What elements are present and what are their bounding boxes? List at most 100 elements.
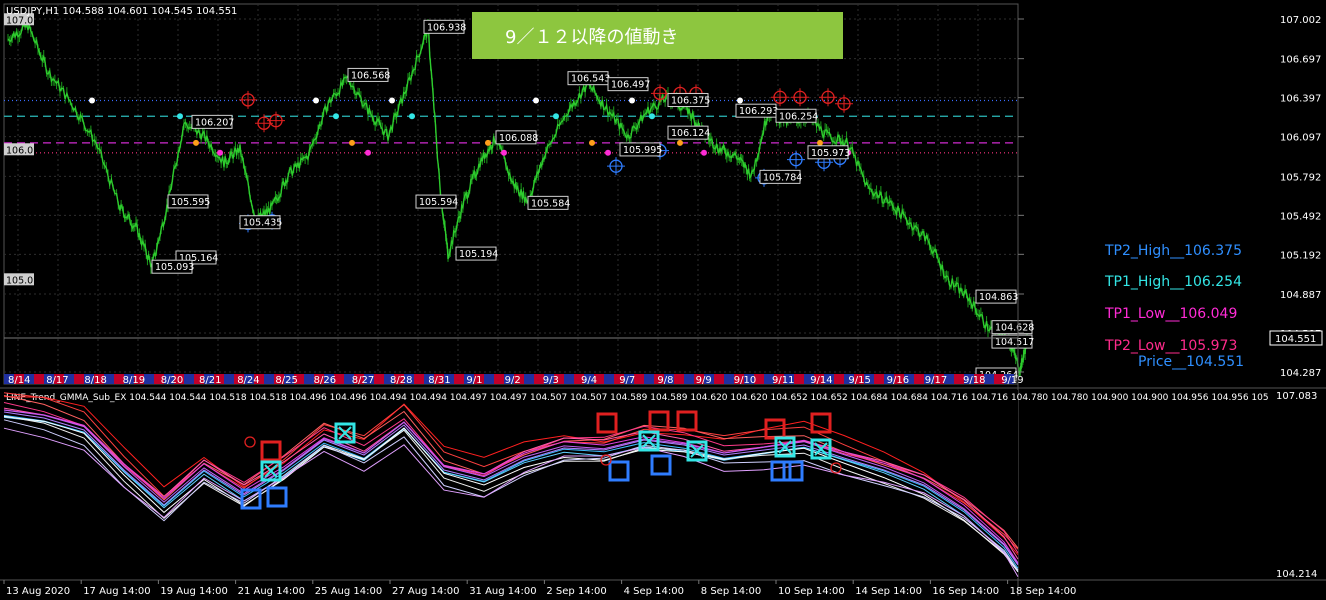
date-strip-cell	[454, 374, 464, 384]
price-label: 104.863	[979, 292, 1018, 303]
date-strip-label: 8/17	[46, 375, 68, 386]
signal-dot	[533, 97, 539, 104]
price-label: 105.093	[155, 262, 194, 273]
signal-dot	[89, 97, 95, 104]
main-panel[interactable]	[3, 3, 1019, 385]
date-strip-label: 8/19	[123, 375, 145, 386]
price-label: 105.194	[459, 249, 498, 260]
date-strip-label: 9/11	[772, 375, 794, 386]
date-strip-cell	[984, 374, 994, 384]
date-strip-cell	[34, 374, 44, 384]
tp-legend-label: TP2_Low__105.973	[1104, 338, 1237, 354]
date-strip-label: 8/31	[428, 375, 450, 386]
date-strip-label: 8/21	[199, 375, 221, 386]
date-strip-label: 9/9	[696, 375, 712, 386]
price-tick-label: 104.887	[1280, 290, 1321, 301]
price-tick-label: 106.697	[1280, 55, 1321, 66]
date-strip-label: 8/26	[314, 375, 336, 386]
price-label: 106.124	[671, 128, 710, 139]
date-strip-cell	[484, 374, 494, 384]
time-tick-label: 25 Aug 14:00	[315, 586, 382, 597]
trading-chart[interactable]: 106.938 106.568 106.543106.497 106.375 106.2…	[0, 0, 1326, 600]
date-strip-label: 9/7	[619, 375, 635, 386]
signal-dot	[217, 149, 223, 156]
date-strip-label: 9/10	[734, 375, 756, 386]
time-tick-label: 13 Aug 2020	[6, 586, 70, 597]
price-label: 105.594	[419, 197, 458, 208]
signal-dot	[817, 139, 823, 146]
signal-dot	[177, 113, 183, 120]
time-tick-label: 27 Aug 14:00	[392, 586, 459, 597]
signal-dot	[629, 97, 635, 104]
date-strip-cell	[224, 374, 234, 384]
price-label: 105.584	[531, 198, 570, 209]
time-tick-label: 8 Sep 14:00	[701, 586, 761, 597]
signal-dot	[677, 139, 683, 146]
price-label: 105.784	[763, 172, 802, 183]
date-strip-cell	[714, 374, 724, 384]
level-tag: 105.0	[6, 275, 33, 286]
signal-dot	[737, 97, 743, 104]
time-tick-label: 14 Sep 14:00	[855, 586, 922, 597]
time-tick-label: 31 Aug 14:00	[469, 586, 536, 597]
date-strip-label: 8/28	[390, 375, 412, 386]
price-tick-label: 105.492	[1280, 211, 1321, 222]
sub-axis-top: 107.083	[1276, 391, 1317, 402]
date-strip-cell	[794, 374, 804, 384]
price-label: 104.517	[995, 337, 1034, 348]
signal-dot	[589, 139, 595, 146]
date-strip-label: 9/19	[1001, 375, 1023, 386]
date-strip-cell	[644, 374, 654, 384]
date-strip-label: 8/27	[352, 375, 374, 386]
signal-dot	[605, 149, 611, 156]
date-strip-label: 9/3	[543, 375, 559, 386]
date-strip-cell	[264, 374, 274, 384]
tp-legend-label: Price__104.551	[1138, 354, 1244, 370]
price-label: 106.497	[611, 80, 650, 91]
date-strip-label: 8/25	[275, 375, 297, 386]
date-strip-cell	[564, 374, 574, 384]
signal-dot	[501, 149, 507, 156]
time-tick-label: 18 Sep 14:00	[1010, 586, 1077, 597]
price-tick-label: 107.002	[1280, 15, 1321, 26]
current-price-tag-text: 104.551	[1275, 334, 1316, 345]
price-label: 106.568	[351, 70, 390, 81]
price-tick-label: 106.097	[1280, 133, 1321, 144]
date-strip-label: 9/16	[887, 375, 909, 386]
price-label: 106.088	[499, 133, 538, 144]
tp-legend-label: TP1_High__106.254	[1104, 274, 1242, 290]
date-strip-cell	[414, 374, 424, 384]
date-strip-cell	[184, 374, 194, 384]
signal-dot	[349, 139, 355, 146]
date-strip-label: 8/24	[237, 375, 259, 386]
date-strip-label: 9/1	[466, 375, 482, 386]
date-strip-cell	[374, 374, 384, 384]
signal-dot	[649, 113, 655, 120]
date-strip-cell	[74, 374, 84, 384]
price-tick-label: 105.792	[1280, 172, 1321, 183]
date-strip-label: 8/14	[8, 375, 30, 386]
signal-dot	[365, 149, 371, 156]
time-tick-label: 17 Aug 14:00	[83, 586, 150, 597]
sub-panel[interactable]	[4, 390, 1018, 578]
price-label: 106.938	[427, 22, 466, 33]
date-strip-label: 9/8	[657, 375, 673, 386]
signal-dot	[313, 97, 319, 104]
date-strip-cell	[724, 374, 734, 384]
date-strip-label: 9/2	[505, 375, 521, 386]
date-strip-label: 9/14	[810, 375, 832, 386]
date-strip-cell	[674, 374, 684, 384]
signal-dot	[701, 149, 707, 156]
sub-axis-bottom: 104.214	[1276, 569, 1317, 580]
date-strip-cell	[634, 374, 644, 384]
date-strip-cell	[874, 374, 884, 384]
tp-legend-label: TP1_Low__106.049	[1104, 306, 1237, 322]
price-label: 105.995	[623, 145, 662, 156]
date-strip-cell	[144, 374, 154, 384]
time-tick-label: 16 Sep 14:00	[932, 586, 999, 597]
price-label: 105.973	[811, 148, 850, 159]
symbol-info: USDJPY,H1 104.588 104.601 104.545 104.55…	[6, 6, 237, 17]
signal-dot	[485, 139, 491, 146]
signal-dot	[389, 97, 395, 104]
date-strip-label: 8/20	[161, 375, 183, 386]
